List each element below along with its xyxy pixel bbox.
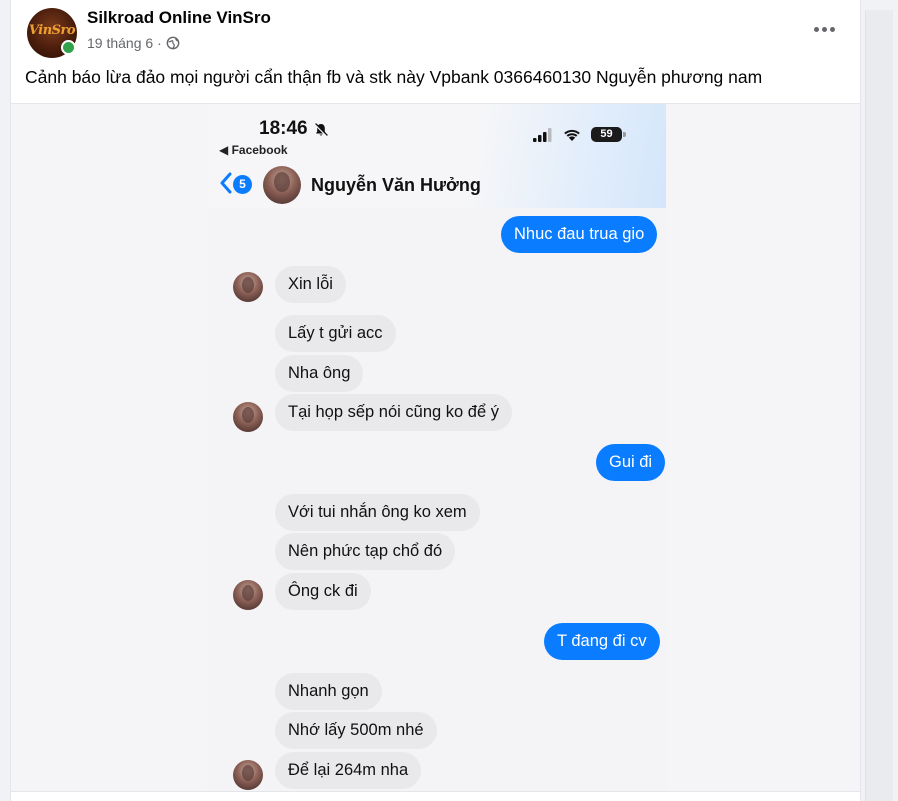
message-bubble-incoming: Nên phức tạp chổ đó — [275, 533, 456, 570]
message-bubble-outgoing: T đang đi cv — [544, 623, 660, 660]
online-status-indicator — [61, 40, 76, 55]
sender-avatar — [233, 402, 263, 432]
post-meta: 19 tháng 6 · — [87, 35, 180, 51]
message-bubble-incoming: Để lại 264m nha — [275, 752, 422, 789]
message-bubble-incoming: Với tui nhắn ông ko xem — [275, 494, 480, 531]
sender-avatar — [233, 580, 263, 610]
post-timestamp[interactable]: 19 tháng 6 — [87, 35, 153, 51]
scrollbar-track[interactable] — [865, 10, 893, 801]
post-text: Cảnh báo lừa đảo mọi người cẩn thận fb v… — [25, 67, 763, 87]
chevron-left-icon — [220, 172, 232, 194]
post-card: VinSro Silkroad Online VinSro 19 tháng 6… — [10, 0, 861, 801]
message-bubble-incoming: Nhớ lấy 500m nhé — [275, 712, 437, 749]
avatar-logo-text: VinSro — [28, 23, 76, 38]
contact-avatar — [263, 166, 301, 204]
messenger-screenshot: 18:46 ◀ Facebook 59 5 Nguyễn Văn Hưởng N… — [207, 104, 666, 801]
contact-name: Nguyễn Văn Hưởng — [311, 175, 481, 195]
meta-separator: · — [157, 35, 162, 51]
message-bubble-incoming: Nha ông — [275, 355, 364, 392]
message-bubble-outgoing: Nhuc đau trua gio — [501, 216, 658, 253]
message-bubble-incoming: Nhanh gọn — [275, 673, 382, 710]
bell-slash-icon — [314, 123, 328, 137]
cellular-signal-icon — [533, 128, 552, 142]
message-bubble-incoming: Lấy t gửi acc — [275, 315, 396, 352]
battery-tip — [623, 132, 626, 137]
sender-avatar — [233, 760, 263, 790]
more-options-icon[interactable] — [807, 12, 841, 46]
back-to-facebook-link: ◀ Facebook — [219, 143, 288, 157]
message-bubble-incoming: Ông ck đi — [275, 573, 371, 610]
post-footer-edge — [11, 791, 860, 801]
wifi-icon — [564, 129, 580, 141]
page-scroll-gutter — [861, 0, 898, 801]
sender-avatar — [233, 272, 263, 302]
message-bubble-incoming: Tại họp sếp nói cũng ko để ý — [275, 394, 512, 431]
status-time: 18:46 — [259, 118, 308, 139]
attached-screenshot[interactable]: 18:46 ◀ Facebook 59 5 Nguyễn Văn Hưởng N… — [11, 104, 860, 801]
globe-icon[interactable] — [166, 36, 180, 50]
battery-indicator: 59 — [591, 127, 622, 142]
message-bubble-outgoing: Gui đi — [596, 444, 666, 481]
post-author-name[interactable]: Silkroad Online VinSro — [87, 8, 271, 28]
message-bubble-incoming: Xin lỗi — [275, 266, 346, 303]
unread-count-badge: 5 — [233, 175, 252, 194]
